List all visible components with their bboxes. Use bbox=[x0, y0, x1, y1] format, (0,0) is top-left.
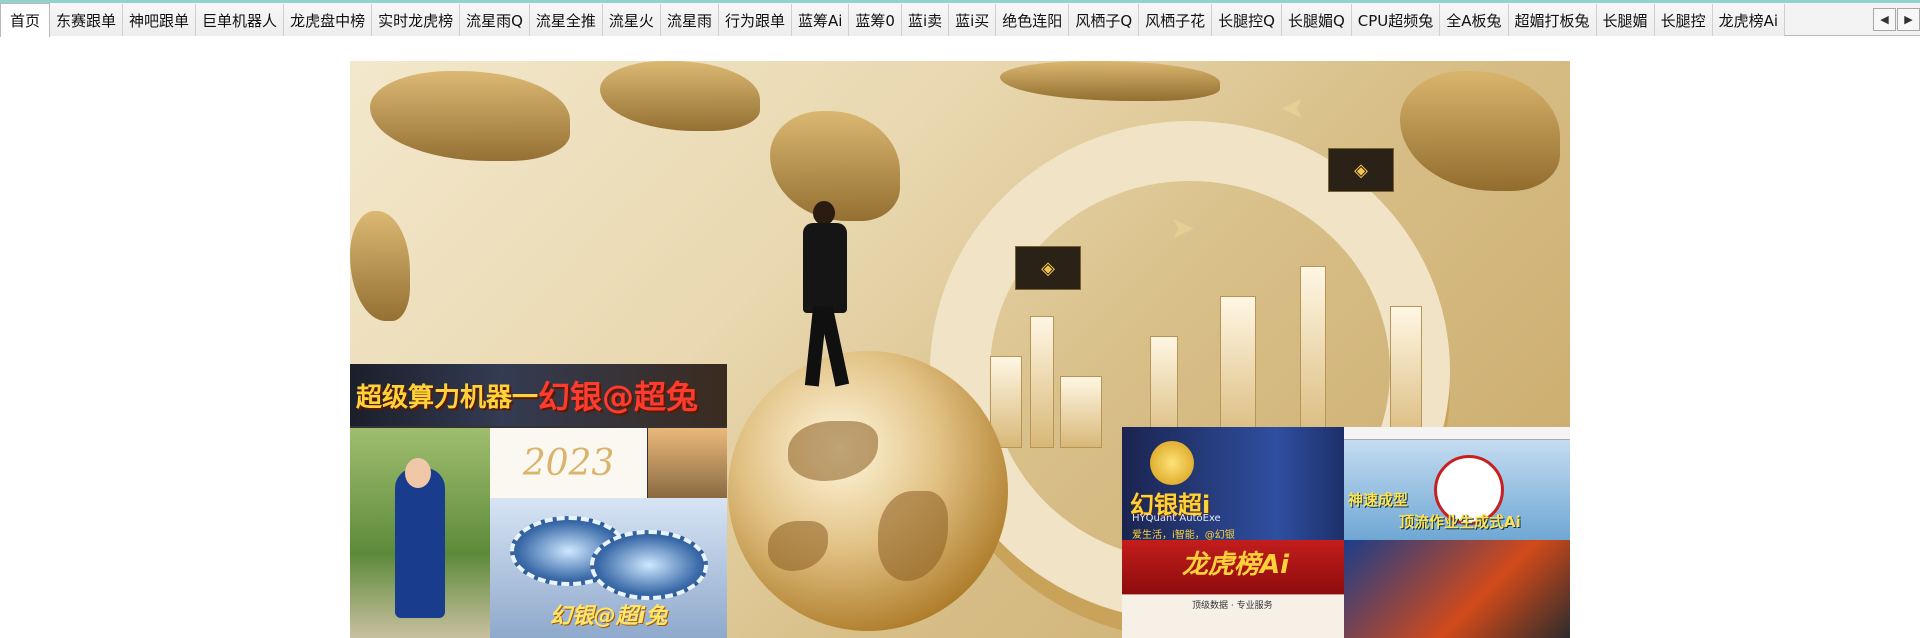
crystal-cube-icon: ◈ bbox=[1328, 148, 1394, 192]
tab-strip: 首页 东赛跟单 神吧跟单 巨单机器人 龙虎盘中榜 实时龙虎榜 流星雨Q 流星全推 流星火 流星雨行… bbox=[0, 3, 1786, 37]
ai-promo-line1: 神速成型 bbox=[1348, 491, 1409, 509]
globe-landmass bbox=[788, 421, 878, 481]
tab-11[interactable]: 蓝筹Ai bbox=[791, 4, 850, 36]
graduate-photo bbox=[350, 428, 490, 638]
tab-7[interactable]: 流星全推 bbox=[529, 4, 603, 36]
tab-2[interactable]: 神吧跟单 bbox=[123, 4, 197, 36]
phoenix-promo-tile bbox=[1344, 540, 1570, 638]
promo-header-rabbit: 兔 bbox=[666, 378, 699, 416]
tab-5[interactable]: 实时龙虎榜 bbox=[372, 4, 461, 36]
tab-25[interactable]: 龙虎榜Ai bbox=[1712, 4, 1786, 36]
tab-3[interactable]: 巨单机器人 bbox=[196, 4, 285, 36]
tab-18[interactable]: 长腿控Q bbox=[1212, 4, 1282, 36]
tab-10[interactable]: 行为跟单 bbox=[718, 4, 792, 36]
chip-icon bbox=[590, 530, 708, 600]
businessman-figure bbox=[795, 201, 855, 391]
tab-scroll-right-button[interactable]: ▶ bbox=[1897, 8, 1920, 31]
arrow-icon: ➤ bbox=[1170, 211, 1196, 246]
lake-boat-photo bbox=[648, 428, 727, 498]
globe-landmass bbox=[768, 521, 828, 571]
product-subtitle: HYQuant AutoExe bbox=[1132, 513, 1221, 524]
globe-image bbox=[728, 351, 1008, 631]
coin-icon bbox=[1150, 441, 1194, 485]
tab-15[interactable]: 绝色连阳 bbox=[996, 4, 1070, 36]
tab-bar: 首页 东赛跟单 神吧跟单 巨单机器人 龙虎盘中榜 实时龙虎榜 流星雨Q 流星全推 流星火 流星雨行… bbox=[0, 3, 1920, 37]
right-promo-collage: 幻银超i HYQuant AutoExe 爱生活，i智能，@幻银 神速成型 顶流… bbox=[1122, 427, 1570, 638]
continent-shape bbox=[370, 71, 570, 161]
tab-1[interactable]: 东赛跟单 bbox=[50, 4, 124, 36]
left-promo-header: 超级算力机器一 幻银@超 兔 bbox=[350, 364, 727, 426]
tab-9[interactable]: 流星雨 bbox=[660, 4, 719, 36]
tab-8[interactable]: 流星火 bbox=[602, 4, 661, 36]
continent-shape bbox=[1000, 61, 1220, 101]
continent-shape bbox=[600, 61, 760, 131]
tab-23[interactable]: 长腿媚 bbox=[1596, 4, 1655, 36]
home-banner-image: ◈ ◈ ➤ ➤ 超级算力机器一 幻银@超 兔 2023 幻银@超i兔 幻银超i … bbox=[350, 61, 1570, 638]
tab-4[interactable]: 龙虎盘中榜 bbox=[284, 4, 373, 36]
continent-shape bbox=[1400, 71, 1560, 191]
city-building bbox=[1030, 316, 1054, 448]
tab-17[interactable]: 风栖子花 bbox=[1139, 4, 1213, 36]
tab-scroll-controls: ◀ ▶ bbox=[1872, 8, 1920, 31]
tab-20[interactable]: CPU超频兔 bbox=[1351, 4, 1441, 36]
product-promo-tile: 幻银超i HYQuant AutoExe 爱生活，i智能，@幻银 bbox=[1122, 427, 1344, 541]
tab-16[interactable]: 风栖子Q bbox=[1069, 4, 1140, 36]
tab-24[interactable]: 长腿控 bbox=[1654, 4, 1713, 36]
tab-12[interactable]: 蓝筹0 bbox=[849, 4, 902, 36]
dragon-list-title: 龙虎榜Ai bbox=[1182, 550, 1290, 580]
crystal-cube-icon: ◈ bbox=[1015, 246, 1081, 290]
product-tagline: 爱生活，i智能，@幻银 bbox=[1132, 530, 1235, 541]
chips-slogan: 幻银@超i兔 bbox=[549, 604, 668, 629]
promo-header-brand: 幻银@超 bbox=[538, 378, 667, 416]
ai-promo-line2: 顶流作业生成式Ai bbox=[1399, 513, 1521, 531]
poker-chips-image: 幻银@超i兔 bbox=[490, 498, 727, 638]
tab-scroll-left-button[interactable]: ◀ bbox=[1873, 8, 1896, 31]
tab-19[interactable]: 长腿媚Q bbox=[1281, 4, 1352, 36]
dragon-list-tile: 龙虎榜Ai 顶级数据 · 专业服务 bbox=[1122, 540, 1344, 638]
dragon-list-text: 顶级数据 · 专业服务 bbox=[1192, 601, 1273, 611]
tab-14[interactable]: 蓝i买 bbox=[949, 4, 997, 36]
tab-21[interactable]: 全A板兔 bbox=[1440, 4, 1509, 36]
tab-0[interactable]: 首页 bbox=[0, 3, 51, 37]
continent-shape bbox=[350, 211, 410, 321]
rabbit-year-logo: 2023 bbox=[490, 428, 647, 498]
city-building bbox=[1060, 376, 1102, 448]
city-building bbox=[1300, 266, 1326, 448]
arrow-icon: ➤ bbox=[1280, 91, 1306, 126]
tab-13[interactable]: 蓝i卖 bbox=[901, 4, 950, 36]
promo-header-text: 超级算力机器一 bbox=[356, 382, 539, 413]
left-promo-collage: 超级算力机器一 幻银@超 兔 2023 幻银@超i兔 bbox=[350, 364, 727, 638]
globe-landmass bbox=[878, 491, 948, 581]
window-titlebar bbox=[1344, 427, 1570, 440]
tab-22[interactable]: 超媚打板兔 bbox=[1508, 4, 1597, 36]
city-building bbox=[1220, 296, 1256, 448]
tab-6[interactable]: 流星雨Q bbox=[460, 4, 530, 36]
ai-promo-tile: 神速成型 顶流作业生成式Ai bbox=[1344, 427, 1570, 540]
